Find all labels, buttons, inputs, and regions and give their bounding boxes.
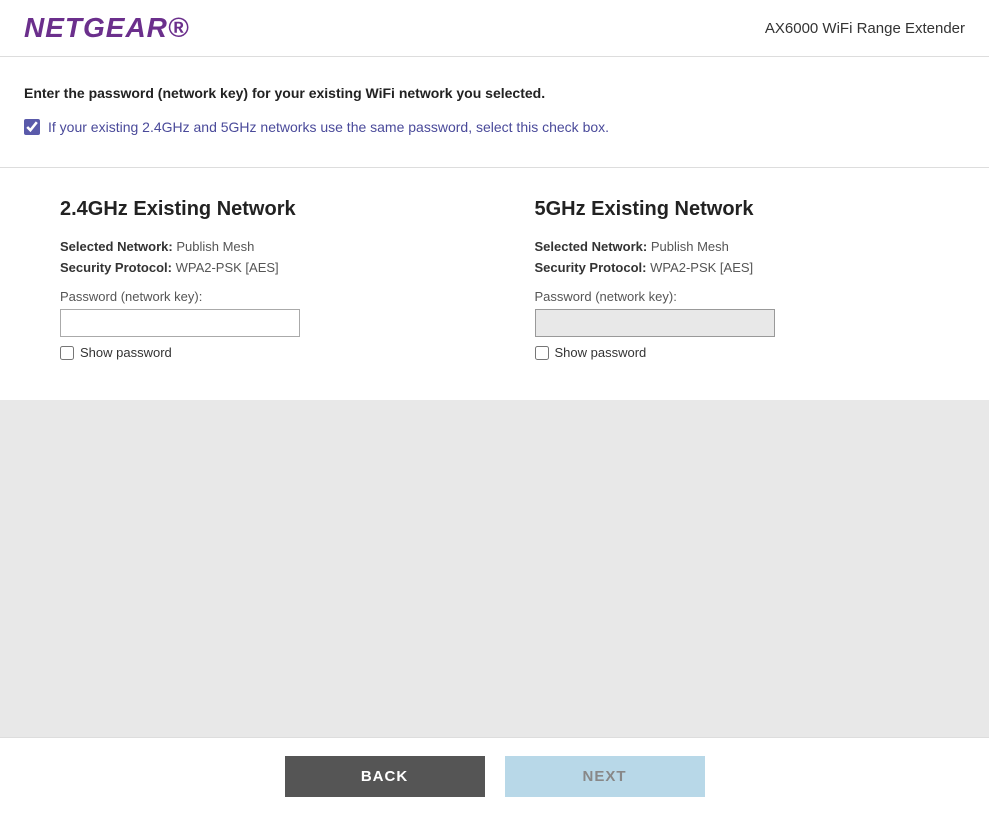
- show-password-checkbox-5ghz[interactable]: [535, 346, 549, 360]
- same-password-checkbox[interactable]: [24, 119, 40, 135]
- security-protocol-value-24ghz: WPA2-PSK [AES]: [176, 260, 279, 275]
- show-password-label-24ghz[interactable]: Show password: [80, 345, 172, 360]
- same-password-label[interactable]: If your existing 2.4GHz and 5GHz network…: [48, 119, 609, 135]
- selected-network-5ghz: Selected Network: Publish Mesh: [535, 239, 930, 254]
- instruction-text: Enter the password (network key) for you…: [24, 85, 965, 101]
- device-name: AX6000 WiFi Range Extender: [765, 20, 965, 37]
- password-input-5ghz[interactable]: [535, 309, 775, 337]
- security-protocol-label-5ghz: Security Protocol:: [535, 260, 647, 275]
- password-label-5ghz: Password (network key):: [535, 289, 930, 304]
- security-protocol-label-24ghz: Security Protocol:: [60, 260, 172, 275]
- footer: BACK NEXT: [0, 737, 989, 815]
- show-password-row-24ghz: Show password: [60, 345, 455, 360]
- security-protocol-5ghz: Security Protocol: WPA2-PSK [AES]: [535, 260, 930, 275]
- password-input-24ghz[interactable]: [60, 309, 300, 337]
- selected-network-value-5ghz: Publish Mesh: [651, 239, 729, 254]
- show-password-label-5ghz[interactable]: Show password: [555, 345, 647, 360]
- selected-network-value-24ghz: Publish Mesh: [176, 239, 254, 254]
- selected-network-label-24ghz: Selected Network:: [60, 239, 173, 254]
- security-protocol-24ghz: Security Protocol: WPA2-PSK [AES]: [60, 260, 455, 275]
- show-password-checkbox-24ghz[interactable]: [60, 346, 74, 360]
- back-button[interactable]: BACK: [285, 756, 485, 797]
- selected-network-24ghz: Selected Network: Publish Mesh: [60, 239, 455, 254]
- main-content: Enter the password (network key) for you…: [0, 57, 989, 168]
- gray-area: [0, 400, 989, 737]
- network-panel-24ghz: 2.4GHz Existing Network Selected Network…: [60, 198, 455, 360]
- networks-section: 2.4GHz Existing Network Selected Network…: [0, 168, 989, 400]
- network-title-24ghz: 2.4GHz Existing Network: [60, 198, 455, 221]
- password-label-24ghz: Password (network key):: [60, 289, 455, 304]
- same-password-row: If your existing 2.4GHz and 5GHz network…: [24, 119, 965, 135]
- selected-network-label-5ghz: Selected Network:: [535, 239, 648, 254]
- network-title-5ghz: 5GHz Existing Network: [535, 198, 930, 221]
- netgear-logo: NETGEAR®: [24, 12, 190, 44]
- show-password-row-5ghz: Show password: [535, 345, 930, 360]
- network-panel-5ghz: 5GHz Existing Network Selected Network: …: [535, 198, 930, 360]
- security-protocol-value-5ghz: WPA2-PSK [AES]: [650, 260, 753, 275]
- next-button[interactable]: NEXT: [505, 756, 705, 797]
- header: NETGEAR® AX6000 WiFi Range Extender: [0, 0, 989, 57]
